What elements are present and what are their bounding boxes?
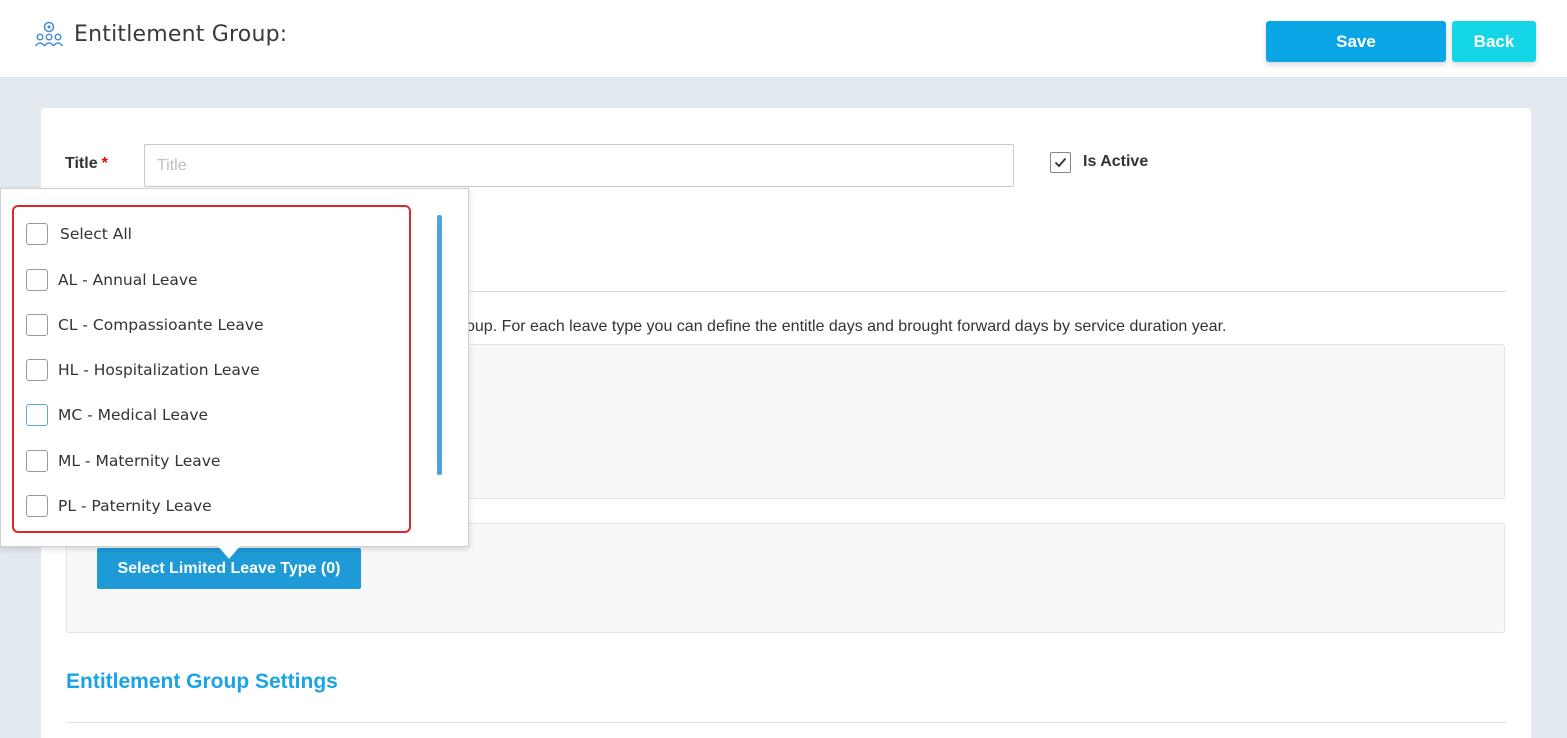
leave-option-checkbox[interactable] (26, 450, 48, 472)
leave-option-checkbox[interactable] (26, 404, 48, 426)
leave-option-checkbox[interactable] (26, 269, 48, 291)
leave-option-label: CL - Compassioante Leave (58, 316, 264, 334)
page-title: Entitlement Group: (74, 22, 288, 47)
leave-option-label: PL - Paternity Leave (58, 497, 212, 515)
title-input[interactable] (144, 144, 1014, 187)
leave-option-label: MC - Medical Leave (58, 406, 209, 424)
leave-option-label: HL - Hospitalization Leave (58, 361, 260, 379)
dropdown-scrollbar[interactable] (437, 215, 442, 475)
page-header: Entitlement Group: Save Back (0, 0, 1567, 78)
entitlement-group-settings-heading: Entitlement Group Settings (66, 670, 338, 693)
user-group-settings-icon (34, 20, 64, 48)
is-active-label: Is Active (1083, 153, 1149, 170)
checkmark-icon (1054, 157, 1067, 168)
title-label: Title * (65, 155, 108, 173)
select-all-checkbox[interactable] (26, 223, 48, 245)
save-button[interactable]: Save (1266, 21, 1446, 62)
leave-option-checkbox[interactable] (26, 359, 48, 381)
settings-divider (66, 722, 1506, 723)
title-label-text: Title (65, 155, 98, 172)
leave-option-checkbox[interactable] (26, 314, 48, 336)
dropdown-caret (217, 545, 241, 559)
is-active-checkbox[interactable] (1050, 152, 1071, 173)
leave-option-label: ML - Maternity Leave (58, 452, 221, 470)
section-divider (470, 291, 1506, 292)
required-mark: * (101, 155, 108, 172)
leave-type-panel (470, 344, 1505, 499)
select-all-label: Select All (60, 225, 132, 243)
leave-type-description: oup. For each leave type you can define … (466, 318, 1227, 335)
leave-option-checkbox[interactable] (26, 495, 48, 517)
back-button[interactable]: Back (1452, 21, 1536, 62)
leave-option-label: AL - Annual Leave (58, 271, 198, 289)
